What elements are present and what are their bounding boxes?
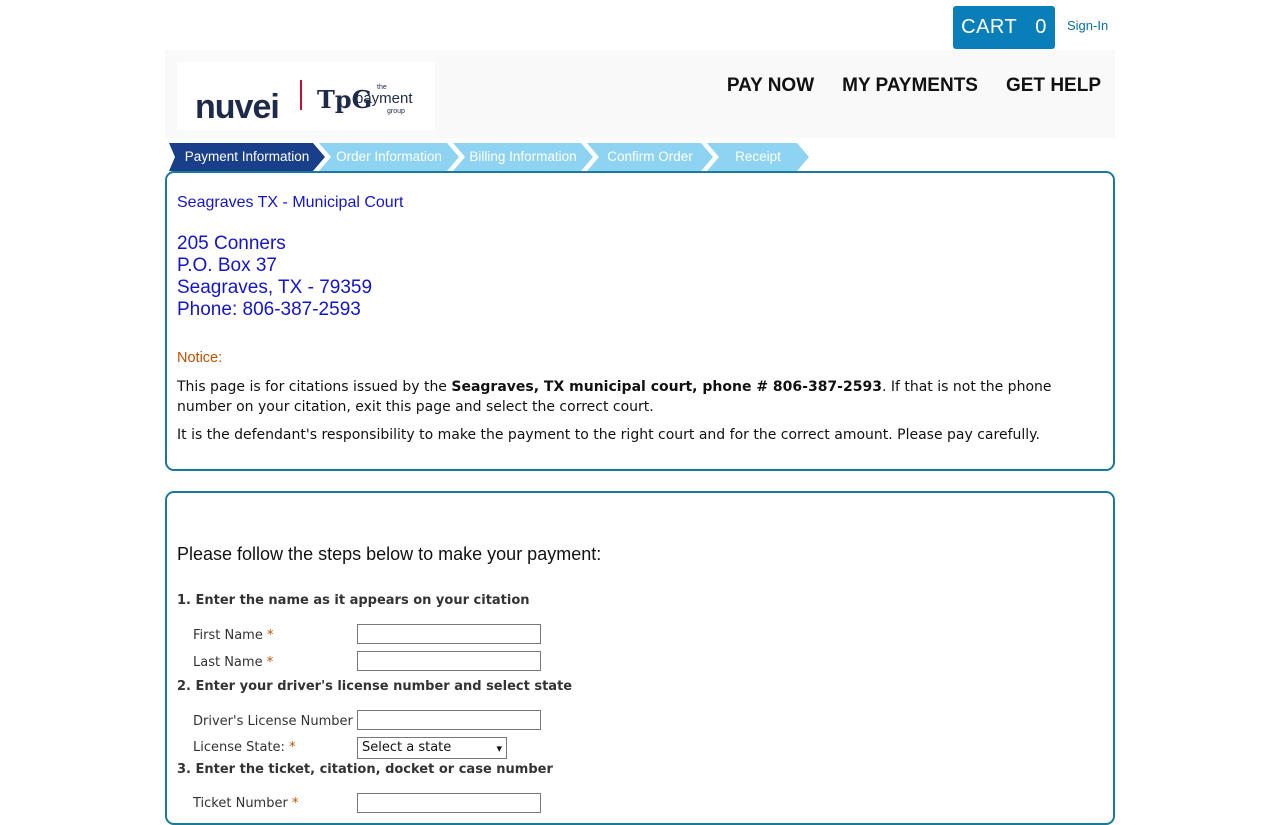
drivers-license-input[interactable] (357, 710, 541, 730)
site-header: nuvei TpG the payment group PAY NOW MY P… (165, 50, 1115, 138)
step-payment-information: Payment Information (169, 143, 325, 171)
cart-count: 0 (1035, 16, 1047, 38)
nuvei-logo-text: nuvei (195, 88, 280, 126)
address-line3: Seagraves, TX - 79359 (177, 277, 373, 298)
progress-steps: Payment Information Order Information Bi… (169, 143, 829, 171)
step-confirm-order: Confirm Order (587, 143, 713, 171)
court-address: 205 Conners P.O. Box 37 Seagraves, TX - … (177, 233, 372, 321)
form-heading: Please follow the steps below to make yo… (177, 544, 602, 564)
step-billing-information: Billing Information (453, 143, 593, 171)
drivers-license-label: Driver's License Number * (193, 714, 364, 729)
license-state-label: License State: * (193, 740, 296, 755)
section-2-heading: 2. Enter your driver's license number an… (177, 679, 573, 694)
notice-paragraph-2: It is the defendant's responsibility to … (177, 427, 1040, 443)
step-receipt: Receipt (707, 143, 809, 171)
nav-get-help[interactable]: GET HELP (1006, 75, 1101, 97)
payment-form-panel: Please follow the steps below to make yo… (165, 491, 1115, 825)
chevron-down-icon: ▾ (496, 742, 502, 755)
court-info-panel: Seagraves TX - Municipal Court 205 Conne… (165, 171, 1115, 471)
section-1-heading: 1. Enter the name as it appears on your … (177, 593, 530, 608)
first-name-input[interactable] (357, 624, 541, 644)
notice-paragraph-1: This page is for citations issued by the… (177, 379, 1052, 415)
svg-text:group: group (387, 108, 405, 115)
sign-in-link[interactable]: Sign-In (1067, 18, 1108, 33)
last-name-input[interactable] (357, 651, 541, 671)
section-3-heading: 3. Enter the ticket, citation, docket or… (177, 762, 553, 777)
cart-button[interactable]: CART 0 (953, 6, 1055, 49)
svg-text:payment: payment (355, 90, 413, 107)
page-wrapper: CART 0 Sign-In nuvei TpG the payment gro… (165, 0, 1115, 825)
logo[interactable]: nuvei TpG the payment group (177, 62, 435, 130)
tpg-logo-icon: TpG the payment group (317, 84, 413, 115)
license-state-select[interactable]: Select a state ▾ (357, 737, 507, 759)
court-phone: Phone: 806-387-2593 (177, 299, 361, 320)
nav-pay-now[interactable]: PAY NOW (727, 75, 814, 97)
logo-divider (300, 80, 302, 110)
ticket-number-input[interactable] (357, 793, 541, 813)
address-line1: 205 Conners (177, 233, 286, 254)
cart-label: CART (961, 16, 1018, 38)
ticket-number-label: Ticket Number * (193, 796, 299, 811)
notice-label: Notice: (177, 350, 223, 366)
nav-my-payments[interactable]: MY PAYMENTS (842, 75, 978, 97)
first-name-label: First Name * (193, 628, 274, 643)
step-order-information: Order Information (319, 143, 459, 171)
main-nav: PAY NOW MY PAYMENTS GET HELP (727, 75, 1101, 97)
address-line2: P.O. Box 37 (177, 255, 277, 276)
last-name-label: Last Name * (193, 655, 274, 670)
court-name: Seagraves TX - Municipal Court (177, 194, 404, 211)
